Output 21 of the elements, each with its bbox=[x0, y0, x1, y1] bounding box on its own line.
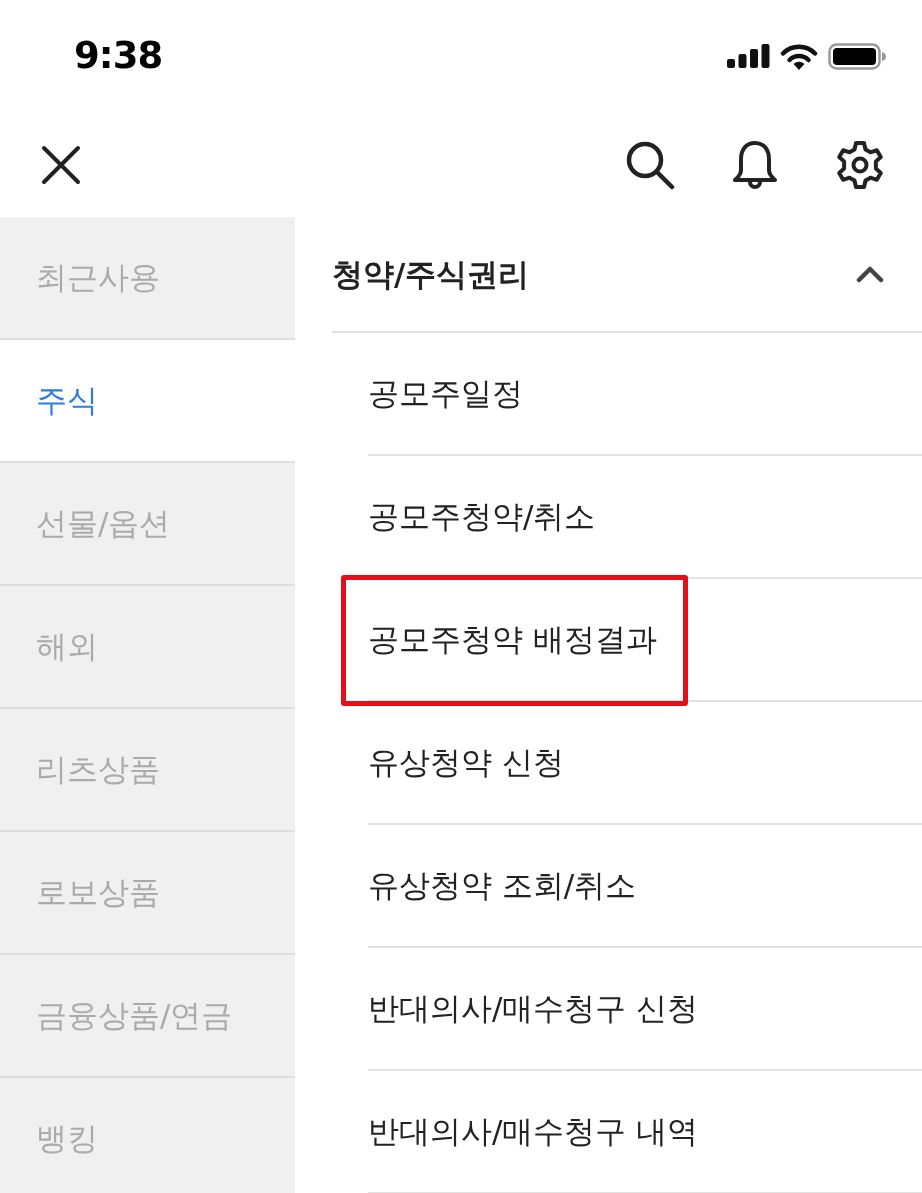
battery-icon bbox=[828, 42, 886, 70]
close-icon bbox=[41, 144, 81, 185]
bell-icon bbox=[732, 139, 778, 190]
menu-item[interactable]: 공모주청약 배정결과 bbox=[368, 616, 657, 663]
close-button[interactable] bbox=[40, 143, 82, 186]
menu-item[interactable]: 유상청약 신청 bbox=[368, 739, 564, 786]
wifi-icon bbox=[780, 42, 818, 70]
status-time: 9:38 bbox=[74, 33, 163, 80]
settings-button[interactable] bbox=[835, 139, 885, 190]
menu-item[interactable]: 공모주일정 bbox=[368, 370, 523, 417]
search-icon bbox=[625, 139, 675, 190]
search-button[interactable] bbox=[625, 139, 675, 190]
sidebar-item[interactable]: 주식 bbox=[0, 340, 295, 463]
signal-icon bbox=[727, 44, 770, 68]
menu-item[interactable]: 유상청약 조회/취소 bbox=[368, 862, 637, 909]
settings-icon bbox=[835, 139, 885, 190]
notifications-button[interactable] bbox=[730, 139, 780, 190]
menu-item[interactable]: 반대의사/매수청구 내역 bbox=[368, 1108, 699, 1155]
section-toggle[interactable]: 청약/주식권리 bbox=[332, 217, 922, 333]
menu-item[interactable]: 공모주청약/취소 bbox=[368, 493, 596, 540]
menu-item[interactable]: 반대의사/매수청구 신청 bbox=[368, 985, 699, 1032]
